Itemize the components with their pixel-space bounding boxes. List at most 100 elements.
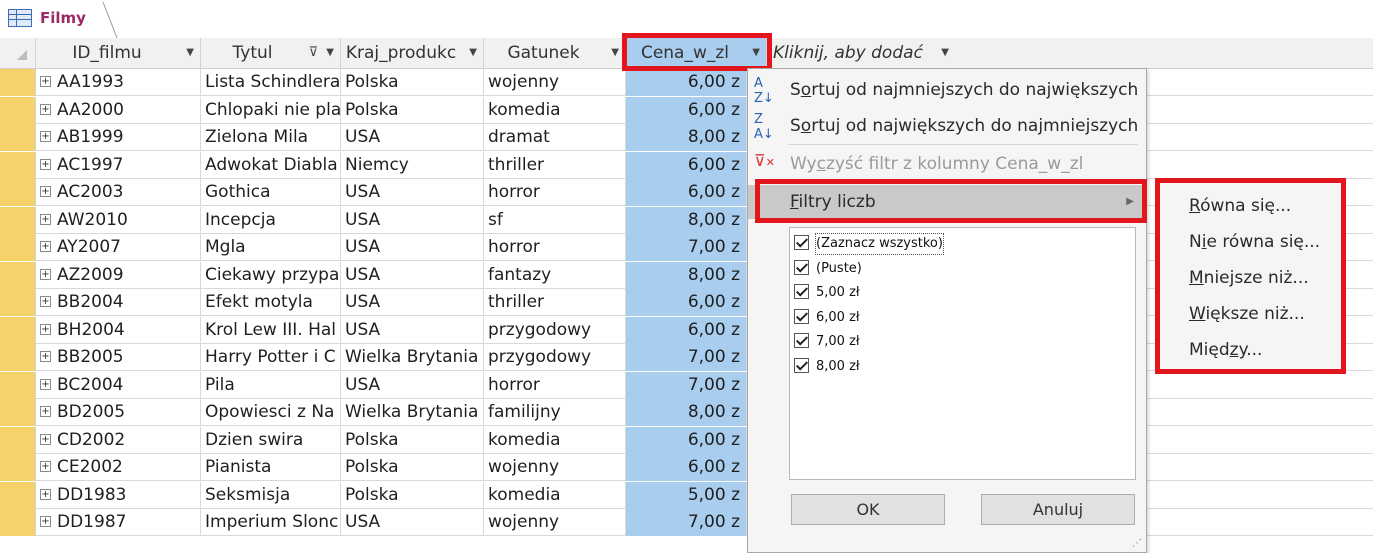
table-cell[interactable]: AY2007	[53, 234, 201, 261]
table-cell[interactable]: AC1997	[53, 151, 201, 179]
table-cell[interactable]: 5,00 z	[626, 481, 747, 509]
record-selector[interactable]	[0, 261, 36, 289]
checkbox-checked-icon[interactable]	[794, 357, 809, 373]
table-cell[interactable]: wojenny	[484, 454, 626, 481]
table-row[interactable]: + AA2000 Chlopaki nie pla Polska komedia 6,00…	[0, 96, 1373, 124]
table-cell[interactable]: horror	[484, 371, 626, 399]
table-cell[interactable]: Imperium Slonc	[201, 509, 341, 536]
table-cell[interactable]: USA	[341, 371, 484, 399]
table-cell[interactable]: 8,00 z	[626, 261, 747, 289]
table-cell[interactable]: 7,00 z	[626, 371, 747, 399]
record-selector[interactable]	[0, 371, 36, 399]
table-cell[interactable]: 6,00 z	[626, 69, 747, 96]
column-header-tytul[interactable]: Tytul ⊽ ▼	[201, 38, 341, 68]
table-row[interactable]: + CE2002 Pianista Polska wojenny 6,00 z	[0, 454, 1373, 481]
table-cell[interactable]: 6,00 z	[626, 316, 747, 344]
record-selector[interactable]	[0, 124, 36, 151]
record-selector[interactable]	[0, 234, 36, 261]
table-cell[interactable]: BD2005	[53, 399, 201, 426]
expand-subdatasheet-icon[interactable]: +	[40, 378, 51, 390]
submenu-item-between[interactable]: Między...	[1160, 332, 1341, 368]
record-selector[interactable]	[0, 481, 36, 509]
table-cell[interactable]: 6,00 z	[626, 426, 747, 454]
record-selector[interactable]	[0, 399, 36, 426]
table-cell[interactable]: BC2004	[53, 371, 201, 399]
table-cell[interactable]: AB1999	[53, 124, 201, 151]
expand-subdatasheet-icon[interactable]: +	[40, 433, 51, 445]
expand-subdatasheet-icon[interactable]: +	[40, 103, 51, 115]
table-row[interactable]: + BD2005 Opowiesci z Na Wielka Brytania fami…	[0, 399, 1373, 426]
table-cell[interactable]: Mgla	[201, 234, 341, 261]
expand-subdatasheet-icon[interactable]: +	[40, 76, 51, 87]
menu-item-number-filters[interactable]: Filtry liczb ▶	[748, 185, 1146, 219]
table-cell[interactable]: USA	[341, 234, 484, 261]
record-selector[interactable]	[0, 454, 36, 481]
checkbox-checked-icon[interactable]	[794, 259, 809, 275]
table-cell[interactable]: USA	[341, 316, 484, 344]
table-row[interactable]: + AC1997 Adwokat Diabla Niemcy thriller 6,00 …	[0, 151, 1373, 179]
table-cell[interactable]: USA	[341, 261, 484, 289]
table-cell[interactable]: Seksmisja	[201, 481, 341, 509]
expand-subdatasheet-icon[interactable]: +	[40, 323, 51, 335]
submenu-item-equals[interactable]: Równa się...	[1160, 188, 1341, 224]
checkbox-checked-icon[interactable]	[794, 235, 809, 250]
record-selector[interactable]	[0, 151, 36, 179]
table-cell[interactable]: 6,00 z	[626, 179, 747, 206]
table-cell[interactable]: horror	[484, 234, 626, 261]
table-cell[interactable]: horror	[484, 179, 626, 206]
table-row[interactable]: + DD1983 Seksmisja Polska komedia 5,00 z	[0, 481, 1373, 509]
table-cell[interactable]: sf	[484, 206, 626, 234]
table-cell[interactable]: 7,00 z	[626, 509, 747, 536]
table-cell[interactable]: 8,00 z	[626, 124, 747, 151]
expand-subdatasheet-icon[interactable]: +	[40, 268, 51, 280]
table-cell[interactable]: Krol Lew III. Hal	[201, 316, 341, 344]
menu-item-sort-ascending[interactable]: A Z↓ Sortuj od najmniejszych do największ…	[748, 73, 1146, 107]
table-cell[interactable]: Polska	[341, 481, 484, 509]
submenu-item-not-equals[interactable]: Nie równa się...	[1160, 224, 1341, 260]
record-selector[interactable]	[0, 96, 36, 124]
ok-button[interactable]: OK	[791, 494, 945, 525]
record-selector[interactable]	[0, 69, 36, 96]
select-all-corner[interactable]	[0, 38, 36, 68]
checkbox-checked-icon[interactable]	[794, 308, 809, 324]
cancel-button[interactable]: Anuluj	[981, 494, 1135, 525]
table-cell[interactable]: Opowiesci z Na	[201, 399, 341, 426]
column-header-id-filmu[interactable]: ID_filmu ▼	[36, 38, 201, 68]
submenu-item-less-than[interactable]: Mniejsze niż...	[1160, 260, 1341, 296]
table-cell[interactable]: Lista Schindlera	[201, 69, 341, 96]
column-header-gatunek[interactable]: Gatunek ▼	[484, 38, 626, 68]
dropdown-arrow-icon[interactable]: ▼	[611, 38, 619, 68]
table-cell[interactable]: USA	[341, 509, 484, 536]
expand-subdatasheet-icon[interactable]: +	[40, 406, 51, 417]
table-cell[interactable]: 8,00 z	[626, 206, 747, 234]
expand-subdatasheet-icon[interactable]: +	[40, 213, 51, 225]
table-cell[interactable]: 7,00 z	[626, 234, 747, 261]
table-cell[interactable]: AA2000	[53, 96, 201, 124]
value-checklist[interactable]: (Zaznacz wszystko) (Puste) 5,00 zł 6,00 zł 7…	[789, 227, 1136, 480]
column-header-add-field[interactable]: Kliknij, aby dodać ▼	[767, 38, 967, 68]
table-cell[interactable]: Wielka Brytania	[341, 399, 484, 426]
table-cell[interactable]: CE2002	[53, 454, 201, 481]
table-cell[interactable]: komedia	[484, 426, 626, 454]
column-header-kraj-produkcji[interactable]: Kraj_produkc ▼	[341, 38, 484, 68]
table-cell[interactable]: Chlopaki nie pla	[201, 96, 341, 124]
table-cell[interactable]: thriller	[484, 151, 626, 179]
table-cell[interactable]: 8,00 z	[626, 399, 747, 426]
table-cell[interactable]: USA	[341, 179, 484, 206]
table-cell[interactable]: DD1987	[53, 509, 201, 536]
table-cell[interactable]: Polska	[341, 426, 484, 454]
dropdown-arrow-icon[interactable]: ▼	[186, 38, 194, 68]
table-cell[interactable]: Polska	[341, 69, 484, 96]
table-cell[interactable]: Efekt motyla	[201, 289, 341, 316]
table-row[interactable]: + AB1999 Zielona Mila USA dramat 8,00 z	[0, 124, 1373, 151]
menu-item-clear-filter[interactable]: ⊽✕ Wyczyść filtr z kolumny Cena_w_zl	[748, 147, 1146, 181]
expand-subdatasheet-icon[interactable]: +	[40, 351, 51, 362]
table-cell[interactable]: AW2010	[53, 206, 201, 234]
table-cell[interactable]: wojenny	[484, 69, 626, 96]
record-selector[interactable]	[0, 426, 36, 454]
dropdown-arrow-icon[interactable]: ▼	[752, 38, 760, 68]
table-cell[interactable]: Pila	[201, 371, 341, 399]
table-cell[interactable]: komedia	[484, 96, 626, 124]
table-cell[interactable]: Harry Potter i C	[201, 344, 341, 371]
table-cell[interactable]: Polska	[341, 454, 484, 481]
